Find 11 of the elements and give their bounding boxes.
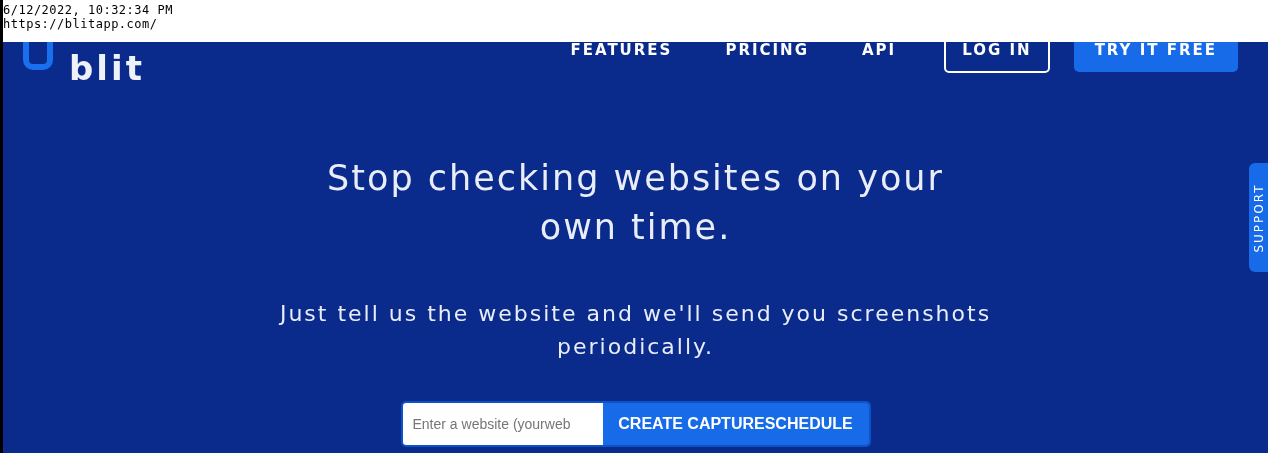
try-free-button[interactable]: TRY IT FREE: [1073, 42, 1238, 73]
hero-subtitle: Just tell us the website and we'll send you screenshots periodically.: [278, 300, 993, 361]
login-button[interactable]: LOG IN: [944, 42, 1050, 74]
nav-link[interactable]: API: [862, 42, 897, 62]
hero-headline: Stop checking websites on your own time.: [326, 157, 945, 249]
support-tab[interactable]: SUPPORT: [1249, 163, 1268, 272]
capture-timestamp: 6/12/2022, 10:32:34 PM: [3, 3, 174, 17]
page-url: https://blitapp.com/: [3, 17, 159, 31]
blit-logo[interactable]: blit: [23, 42, 145, 85]
nav-link[interactable]: FEATURES: [570, 42, 673, 62]
nav-link[interactable]: PRICING: [725, 42, 809, 62]
